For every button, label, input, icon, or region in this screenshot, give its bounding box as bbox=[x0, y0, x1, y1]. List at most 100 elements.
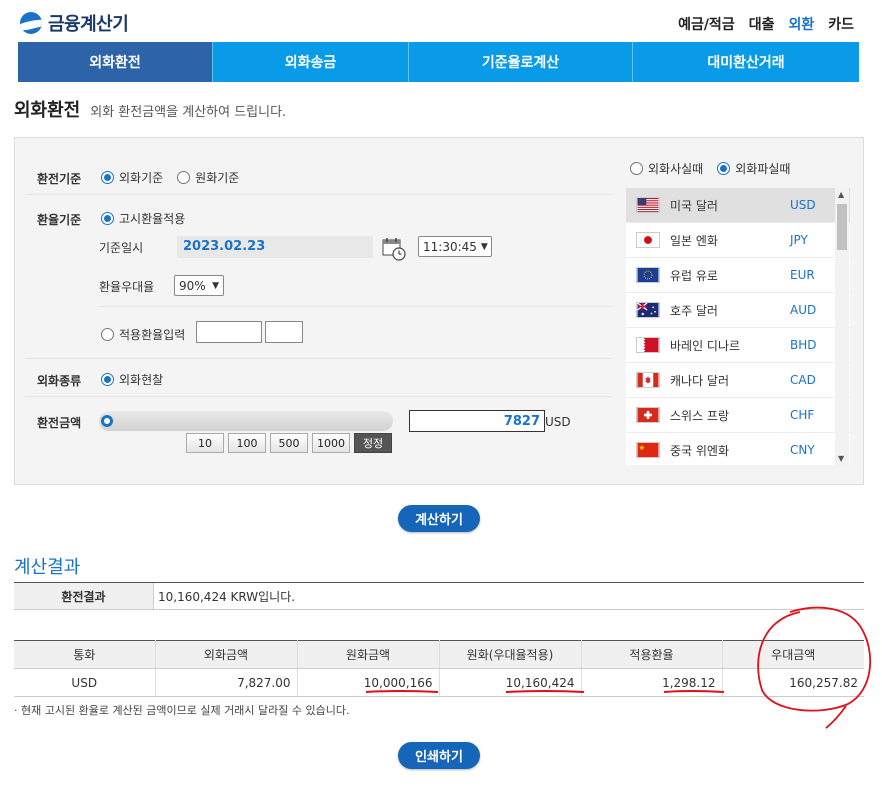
amount-input[interactable]: 7827 bbox=[409, 410, 545, 432]
radio-unchecked-icon bbox=[177, 171, 191, 184]
result-note: · 현재 고시된 환율로 계산된 금액이므로 실제 거래시 달라질 수 있습니다… bbox=[14, 704, 350, 717]
radio-checked-icon bbox=[101, 171, 114, 184]
amount-unit: USD bbox=[545, 415, 571, 429]
currency-item-cad[interactable]: 캐나다 달러 CAD bbox=[626, 363, 850, 398]
time-select[interactable]: 11:30:45 ▼ bbox=[418, 236, 492, 257]
top-nav-deposit[interactable]: 예금/적금 bbox=[678, 14, 735, 34]
slider-handle[interactable] bbox=[101, 415, 113, 427]
reset-button[interactable]: 정정 bbox=[354, 433, 392, 453]
radio-checked-icon bbox=[101, 373, 114, 386]
scroll-thumb[interactable] bbox=[837, 204, 847, 250]
col-won-amount: 원화금액 bbox=[297, 640, 440, 669]
currency-item-usd[interactable]: 미국 달러 USD bbox=[626, 188, 850, 223]
type-cash-label: 외화현찰 bbox=[119, 373, 164, 387]
top-nav-card[interactable]: 카드 bbox=[828, 14, 854, 34]
sell-foreign-label: 외화파실때 bbox=[735, 162, 791, 176]
currency-item-eur[interactable]: 유럽 유로 EUR bbox=[626, 258, 850, 293]
logo-text: 금융계산기 bbox=[48, 14, 129, 35]
calculate-button[interactable]: 계산하기 bbox=[398, 505, 480, 532]
type-options: 외화현찰 bbox=[101, 371, 177, 388]
currency-list-scrollbar[interactable]: ▲ ▼ bbox=[835, 188, 849, 465]
currency-item-bhd[interactable]: 바레인 디나르 BHD bbox=[626, 328, 850, 363]
currency-name: 스위스 프랑 bbox=[670, 408, 730, 423]
manual-rate-input-integer[interactable] bbox=[196, 321, 262, 343]
radio-checked-icon bbox=[717, 162, 731, 175]
divider bbox=[99, 306, 611, 307]
tab-base-rate[interactable]: 기준율로계산 bbox=[409, 42, 633, 82]
currency-mode-options: 외화사실때 외화파실때 bbox=[630, 160, 804, 177]
currency-code: AUD bbox=[790, 303, 817, 317]
top-nav: 예금/적금 대출 외환 카드 bbox=[678, 14, 854, 34]
divider bbox=[25, 396, 611, 397]
basis-foreign-radio[interactable]: 외화기준 bbox=[101, 169, 163, 186]
swiss-flag-icon bbox=[636, 407, 660, 423]
manual-rate-row: 적용환율입력 bbox=[101, 326, 189, 343]
currency-item-jpy[interactable]: 일본 엔화 JPY bbox=[626, 223, 850, 258]
sell-foreign-radio[interactable]: 외화파실때 bbox=[717, 160, 790, 177]
add-1000-button[interactable]: 1000 bbox=[312, 433, 350, 453]
cell-applied-rate: 1,298.12 bbox=[581, 668, 723, 697]
cell-preferential-amount: 160,257.82 bbox=[722, 668, 864, 697]
radio-unchecked-icon bbox=[101, 328, 114, 341]
add-10-button[interactable]: 10 bbox=[186, 433, 224, 453]
table-row: USD 7,827.00 10,000,166 10,160,424 1,298… bbox=[14, 668, 864, 697]
chevron-down-icon: ▼ bbox=[480, 241, 488, 252]
calendar-icon[interactable] bbox=[382, 237, 406, 261]
page-title: 외화환전 bbox=[14, 100, 81, 121]
logo[interactable]: 금융계산기 bbox=[20, 10, 129, 36]
currency-list: 미국 달러 USD 일본 엔화 JPY 유럽 유로 EUR 호주 달러 AUD … bbox=[626, 188, 850, 465]
currency-name: 일본 엔화 bbox=[670, 233, 718, 248]
rate-notice-radio[interactable]: 고시환율적용 bbox=[101, 210, 185, 227]
top-nav-loan[interactable]: 대출 bbox=[749, 14, 775, 34]
divider bbox=[25, 358, 611, 359]
currency-name: 미국 달러 bbox=[670, 198, 718, 213]
add-100-button[interactable]: 100 bbox=[228, 433, 266, 453]
currency-item-aud[interactable]: 호주 달러 AUD bbox=[626, 293, 850, 328]
basis-label: 환전기준 bbox=[37, 172, 82, 186]
divider bbox=[25, 194, 611, 195]
result-header-row: 통화 외화금액 원화금액 원화(우대율적용) 적용환율 우대금액 bbox=[14, 640, 864, 669]
result-title: 계산결과 bbox=[14, 557, 81, 578]
type-cash-radio[interactable]: 외화현찰 bbox=[101, 371, 163, 388]
japan-flag-icon bbox=[636, 232, 660, 248]
currency-item-chf[interactable]: 스위스 프랑 CHF bbox=[626, 398, 850, 433]
basis-won-radio[interactable]: 원화기준 bbox=[177, 169, 239, 186]
rate-options: 고시환율적용 bbox=[101, 210, 199, 227]
canada-flag-icon bbox=[636, 372, 660, 388]
print-button[interactable]: 인쇄하기 bbox=[398, 742, 480, 769]
discount-select[interactable]: 90% ▼ bbox=[174, 275, 224, 296]
scroll-up-icon[interactable]: ▲ bbox=[838, 190, 844, 199]
scroll-down-icon[interactable]: ▼ bbox=[838, 454, 844, 463]
chevron-down-icon: ▼ bbox=[212, 280, 219, 291]
tab-usd-conversion[interactable]: 대미환산거래 bbox=[633, 42, 859, 82]
buy-foreign-radio[interactable]: 외화사실때 bbox=[630, 160, 703, 177]
currency-name: 중국 위엔화 bbox=[670, 443, 730, 458]
amount-label: 환전금액 bbox=[37, 416, 82, 430]
currency-name: 호주 달러 bbox=[670, 303, 718, 318]
china-flag-icon bbox=[636, 442, 660, 458]
bahrain-flag-icon bbox=[636, 337, 660, 353]
add-500-button[interactable]: 500 bbox=[270, 433, 308, 453]
currency-name: 유럽 유로 bbox=[670, 268, 718, 283]
amount-slider[interactable] bbox=[99, 411, 393, 431]
basis-won-label: 원화기준 bbox=[195, 171, 240, 185]
currency-code: BHD bbox=[790, 338, 817, 352]
currency-code: EUR bbox=[790, 268, 815, 282]
col-foreign-amount: 외화금액 bbox=[155, 640, 298, 669]
cell-currency: USD bbox=[14, 668, 156, 697]
manual-rate-radio[interactable]: 적용환율입력 bbox=[101, 326, 185, 343]
top-nav-forex[interactable]: 외환 bbox=[788, 14, 814, 34]
currency-code: CNY bbox=[790, 443, 815, 457]
tab-bar: 외화환전 외화송금 기준율로계산 대미환산거래 bbox=[18, 42, 859, 82]
result-summary-value: 10,160,424 KRW입니다. bbox=[158, 589, 296, 604]
radio-checked-icon bbox=[101, 212, 114, 225]
cell-foreign-amount: 7,827.00 bbox=[155, 668, 298, 697]
currency-item-cny[interactable]: 중국 위엔화 CNY bbox=[626, 433, 850, 465]
tab-exchange[interactable]: 외화환전 bbox=[18, 42, 213, 82]
currency-code: CAD bbox=[790, 373, 816, 387]
manual-rate-input-decimal[interactable] bbox=[265, 321, 303, 343]
quick-amount-buttons: 10 100 500 1000 정정 bbox=[186, 433, 392, 453]
tab-remittance[interactable]: 외화송금 bbox=[213, 42, 409, 82]
cell-won-preferential: 10,160,424 bbox=[439, 668, 582, 697]
date-field[interactable]: 2023.02.23 bbox=[177, 236, 373, 258]
